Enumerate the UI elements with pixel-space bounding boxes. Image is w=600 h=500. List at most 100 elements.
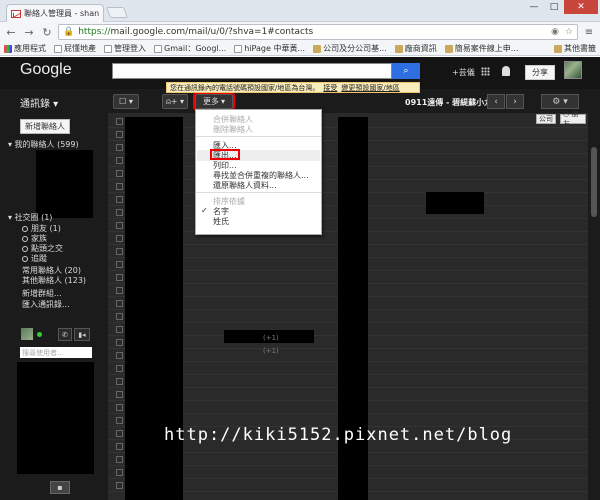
bookmark-other[interactable]: 其他書籤	[554, 43, 596, 54]
browser-tab[interactable]: 聯絡人管理員 - shan ✕	[6, 4, 104, 22]
row-checkbox[interactable]	[116, 222, 123, 229]
row-checkbox[interactable]	[116, 443, 123, 450]
forward-icon[interactable]: →	[22, 25, 36, 39]
row-checkbox[interactable]	[116, 313, 123, 320]
user-name-link[interactable]: +芸儀	[452, 67, 475, 78]
row-checkbox[interactable]	[116, 482, 123, 489]
sidebar-item-circle[interactable]: 追蹤	[22, 253, 47, 264]
row-checkbox[interactable]	[116, 300, 123, 307]
row-checkbox[interactable]	[116, 456, 123, 463]
more-button[interactable]: 更多 ▾	[193, 92, 235, 111]
contacts-menu[interactable]: 通訊錄 ▾	[20, 95, 58, 110]
window-close-button[interactable]: ✕	[564, 0, 598, 14]
select-all-checkbox[interactable]: ☐ ▾	[113, 94, 139, 109]
view-icon[interactable]: ◉	[551, 27, 559, 37]
sidebar-item-circles[interactable]: ▾ 社交圈 (1)	[8, 212, 52, 223]
tab-close-icon[interactable]: ✕	[102, 9, 103, 18]
add-to-group-button[interactable]: ⍝+ ▾	[162, 94, 188, 109]
folder-icon	[394, 44, 403, 53]
share-button[interactable]: 分享	[525, 65, 555, 80]
row-checkbox[interactable]	[116, 261, 123, 268]
sidebar-item-my-contacts[interactable]: ▾ 我的聯絡人 (599)	[8, 139, 79, 150]
row-checkbox[interactable]	[116, 326, 123, 333]
row-checkbox[interactable]	[116, 235, 123, 242]
plus-one-count: (+1)	[263, 347, 279, 355]
menu-item-sort-last[interactable]: 姓氏	[213, 216, 229, 227]
menu-item-restore[interactable]: 還原聯絡人資料...	[213, 180, 277, 191]
group-chip-company[interactable]: 公司	[536, 114, 556, 124]
banner-accept-link[interactable]: 接受	[323, 83, 337, 92]
row-checkbox[interactable]	[116, 144, 123, 151]
add-person-icon: ⍝+ ▾	[165, 96, 185, 106]
apps-grid-icon[interactable]	[481, 67, 490, 76]
row-checkbox[interactable]	[116, 157, 123, 164]
back-icon[interactable]: ←	[4, 25, 18, 39]
row-checkbox[interactable]	[116, 404, 123, 411]
new-contact-button[interactable]: 新增聯絡人	[20, 119, 70, 134]
bookmark-item[interactable]: 簡易案件線上申...	[444, 43, 518, 54]
circle-icon	[22, 255, 28, 262]
sidebar-item-other-contacts[interactable]: 其他聯絡人 (123)	[22, 275, 86, 286]
bookmark-item[interactable]: hiPage 中華黃...	[234, 43, 305, 54]
row-checkbox[interactable]	[116, 170, 123, 177]
row-checkbox[interactable]	[116, 430, 123, 437]
next-page-button[interactable]: ›	[506, 94, 524, 109]
url-input[interactable]: 🔒 https://mail.google.com/mail/u/0/?shva…	[58, 24, 578, 40]
banner-text: 您在通訊錄內的電話號碼預設國家/地區為台灣。	[170, 83, 320, 92]
address-bar: ← → ↻ 🔒 https://mail.google.com/mail/u/0…	[0, 22, 600, 42]
new-group-link[interactable]: 新增群組...	[22, 288, 62, 299]
row-checkbox[interactable]	[116, 209, 123, 216]
row-checkbox[interactable]	[116, 339, 123, 346]
chat-toggle-icon[interactable]: ▪	[50, 481, 70, 494]
search-button[interactable]: ⌕	[392, 63, 420, 79]
bookmark-item[interactable]: Gmail：Googl...	[154, 43, 226, 54]
google-logo[interactable]: Google	[20, 61, 72, 79]
row-checkbox[interactable]	[116, 365, 123, 372]
bookmark-item[interactable]: 管理登入	[104, 43, 146, 54]
scrollbar-thumb[interactable]	[591, 147, 597, 217]
group-chip-friends[interactable]: ○ 朋友	[560, 110, 586, 128]
chat-search-input[interactable]: 搜尋使用者...	[20, 347, 92, 358]
row-checkbox[interactable]	[116, 391, 123, 398]
row-checkbox[interactable]	[116, 417, 123, 424]
row-checkbox[interactable]	[116, 196, 123, 203]
row-checkbox[interactable]	[116, 248, 123, 255]
tab-title: 聯絡人管理員 - shan	[24, 9, 100, 18]
menu-item-delete[interactable]: 刪除聯絡人	[213, 124, 253, 135]
star-icon[interactable]: ☆	[565, 27, 573, 37]
bookmark-item[interactable]: 廠商資訊	[394, 43, 437, 54]
bookmark-item[interactable]: 公司及分公司基...	[313, 43, 387, 54]
bookmarks-bar: 應用程式 屁懂地產 管理登入 Gmail：Googl... hiPage 中華黃…	[0, 42, 600, 56]
maximize-button[interactable]: □	[544, 0, 564, 14]
folder-icon	[313, 44, 322, 53]
row-checkbox[interactable]	[116, 352, 123, 359]
highlight-box	[210, 149, 240, 160]
row-checkbox[interactable]	[116, 469, 123, 476]
reload-icon[interactable]: ↻	[40, 25, 54, 39]
bookmark-item[interactable]: 屁懂地產	[54, 43, 96, 54]
new-tab-button[interactable]	[105, 7, 129, 18]
bookmark-apps[interactable]: 應用程式	[4, 43, 46, 54]
browser-menu-icon[interactable]: ≡	[582, 27, 596, 38]
circle-icon	[22, 245, 28, 252]
menu-divider	[196, 192, 321, 193]
folder-icon	[444, 44, 453, 53]
search-input[interactable]	[112, 63, 392, 79]
page-icon	[154, 44, 162, 53]
avatar[interactable]	[564, 61, 582, 79]
row-checkbox[interactable]	[116, 118, 123, 125]
row-checkbox[interactable]	[116, 287, 123, 294]
status-dot-icon[interactable]	[37, 332, 42, 337]
row-checkbox[interactable]	[116, 183, 123, 190]
notification-bell-icon[interactable]	[502, 66, 510, 76]
banner-change-link[interactable]: 變更預設國家/地區	[341, 83, 399, 92]
import-contacts-link[interactable]: 匯入通訊錄...	[22, 299, 70, 310]
settings-button[interactable]: ⚙ ▾	[541, 94, 579, 109]
row-checkbox[interactable]	[116, 131, 123, 138]
phone-icon[interactable]: ✆	[58, 328, 72, 341]
row-checkbox[interactable]	[116, 274, 123, 281]
row-checkbox[interactable]	[116, 378, 123, 385]
prev-page-button[interactable]: ‹	[487, 94, 505, 109]
minimize-button[interactable]: —	[524, 0, 544, 14]
video-icon[interactable]: ▮◂	[74, 328, 90, 341]
